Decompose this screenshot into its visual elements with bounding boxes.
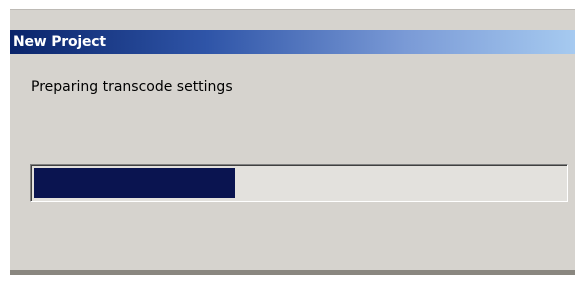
title-bar[interactable]: New Project xyxy=(10,30,575,54)
progress-dialog: New Project Preparing transcode settings xyxy=(10,9,575,275)
status-message: Preparing transcode settings xyxy=(31,79,233,95)
window-bottom-edge xyxy=(10,270,575,275)
screen: New Project Preparing transcode settings xyxy=(0,0,575,282)
window-title: New Project xyxy=(13,34,106,50)
progress-bar-fill xyxy=(34,168,235,198)
progress-bar xyxy=(30,164,568,202)
